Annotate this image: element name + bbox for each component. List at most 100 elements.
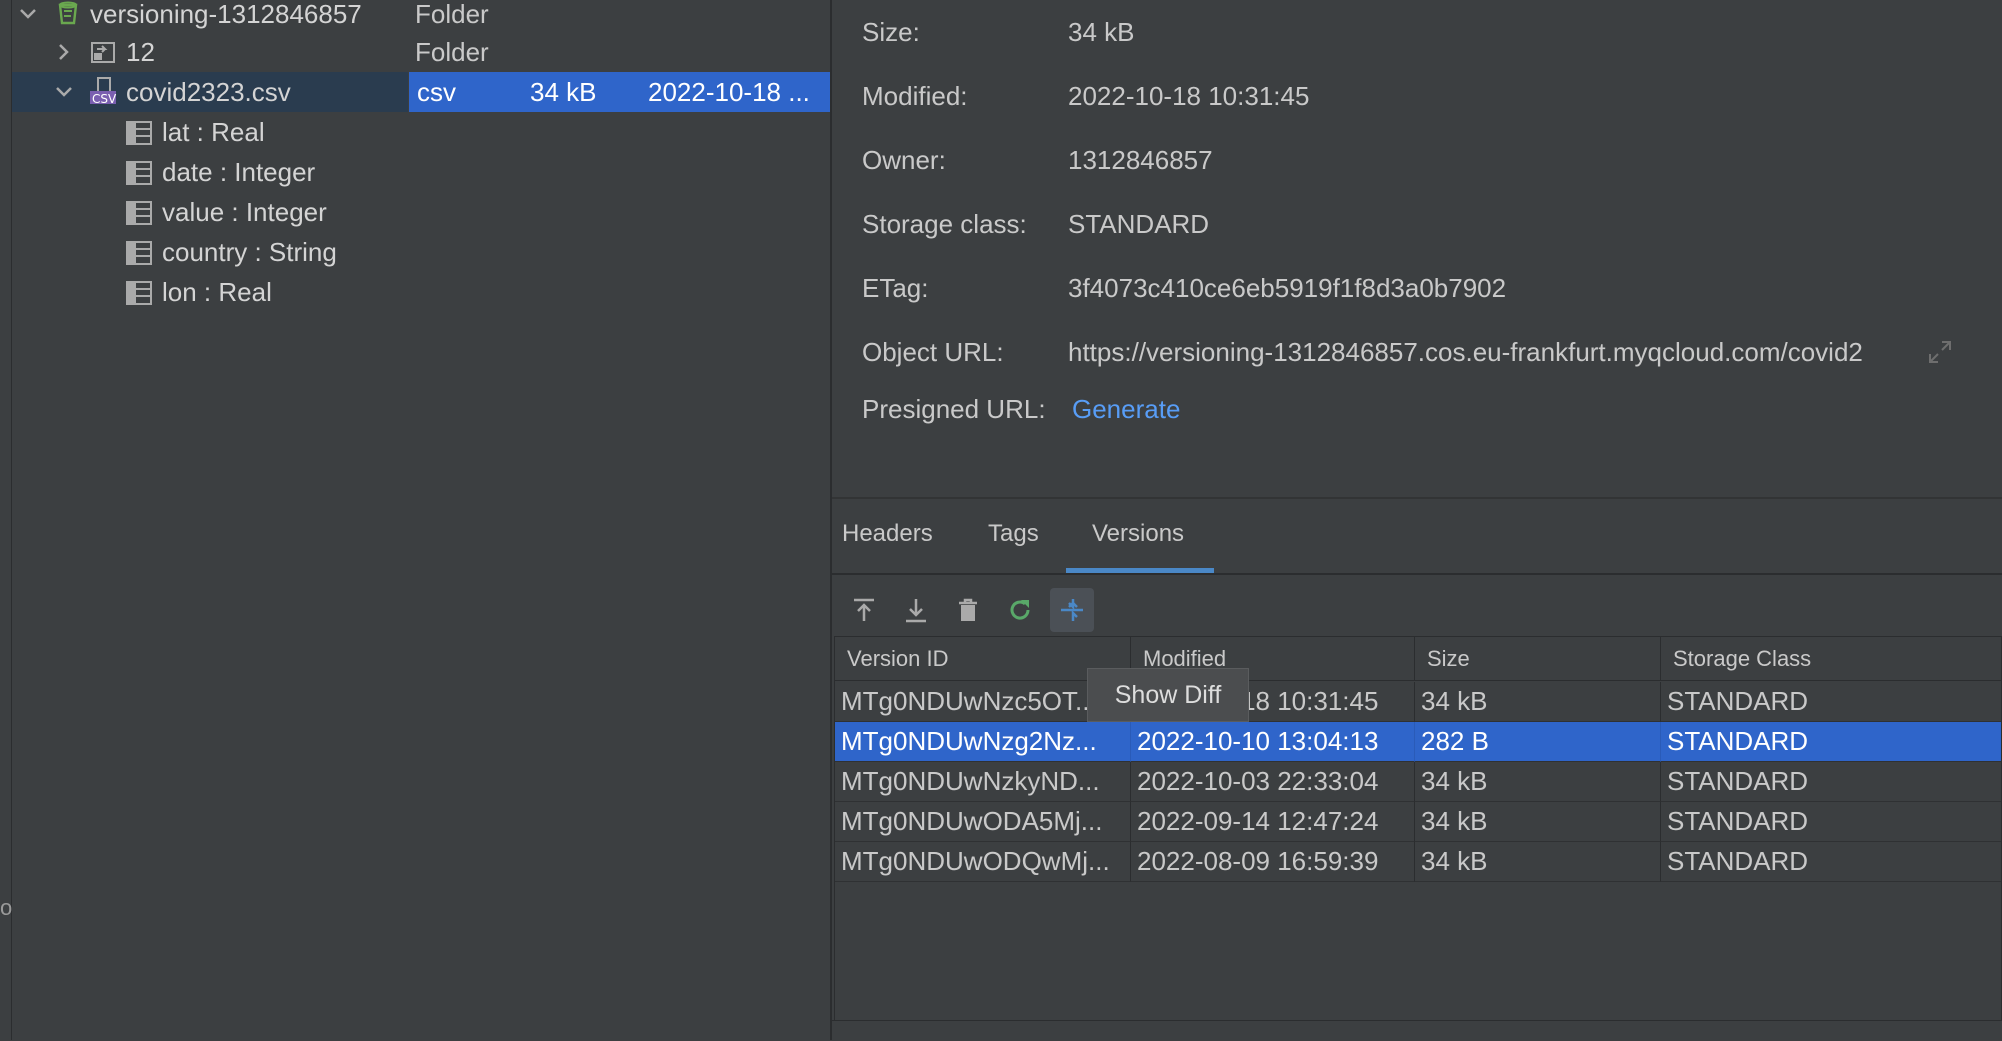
version-id-cell: MTg0NDUwNzg2Nz... [835, 722, 1131, 762]
property-value: 2022-10-18 10:31:45 [1068, 80, 1310, 111]
storage-class-cell: STANDARD [1661, 722, 2001, 762]
property-key: Presigned URL: [862, 393, 1046, 424]
modified-cell: 2022-09-14 12:47:24 [1131, 802, 1415, 842]
left-edge-glyph: o [0, 895, 13, 920]
object-details-panel: Size: 34 kB Modified: 2022-10-18 10:31:4… [832, 0, 2002, 1040]
storage-class-cell: STANDARD [1661, 842, 2001, 882]
version-id-cell: MTg0NDUwODA5Mj... [835, 802, 1131, 842]
tabs-separator [832, 573, 2002, 575]
storage-class-cell: STANDARD [1661, 802, 2001, 842]
show-diff-button[interactable] [1050, 588, 1094, 632]
table-row[interactable]: MTg0NDUwODQwMj... 2022-08-09 16:59:39 34… [835, 842, 2001, 882]
tree-label: 12 [126, 37, 155, 67]
property-size: Size: 34 kB [862, 12, 1135, 52]
property-etag: ETag: 3f4073c410ce6eb5919f1f8d3a0b7902 [862, 268, 1506, 308]
size-cell: 34 kB [1415, 682, 1661, 722]
tab-versions[interactable]: Versions [1092, 520, 1184, 548]
chevron-right-icon[interactable] [52, 40, 76, 64]
tree-kind: Folder [415, 37, 489, 67]
tree-label: covid2323.csv [126, 77, 291, 107]
version-id-cell: MTg0NDUwODQwMj... [835, 842, 1131, 882]
object-tree-panel: o versioning-1312846857 Folder 12 Folder [0, 0, 830, 1040]
tree-row-folder-12[interactable]: 12 Folder [12, 32, 830, 72]
size-cell: 34 kB [1415, 842, 1661, 882]
table-row-selected[interactable]: MTg0NDUwNzg2Nz... 2022-10-10 13:04:13 28… [835, 722, 2001, 762]
tree-modified: 2022-10-18 ... [648, 77, 810, 107]
tree-label: lat : Real [162, 117, 265, 147]
size-cell: 34 kB [1415, 802, 1661, 842]
tree-label: country : String [162, 237, 337, 267]
chevron-down-icon[interactable] [16, 2, 40, 26]
tree-label: versioning-1312846857 [90, 0, 362, 29]
property-key: Owner: [862, 144, 946, 175]
table-row[interactable]: MTg0NDUwNzc5OT... 2022-10-18 10:31:45 34… [835, 682, 2001, 722]
size-cell: 34 kB [1415, 762, 1661, 802]
show-diff-tooltip: Show Diff [1087, 668, 1249, 722]
table-column-icon [124, 238, 154, 268]
tree-row-bucket[interactable]: versioning-1312846857 Folder [12, 0, 830, 34]
property-key: Size: [862, 16, 920, 47]
tree-label: lon : Real [162, 277, 272, 307]
bucket-icon [54, 0, 84, 29]
table-column-icon [124, 198, 154, 228]
folder-icon [88, 37, 118, 67]
storage-class-cell: STANDARD [1661, 682, 2001, 722]
download-button[interactable] [894, 588, 938, 632]
property-modified: Modified: 2022-10-18 10:31:45 [862, 76, 1309, 116]
column-header-size[interactable]: Size [1415, 637, 1661, 681]
csv-badge: CSV [92, 92, 117, 106]
property-key: Modified: [862, 80, 968, 111]
storage-class-cell: STANDARD [1661, 762, 2001, 802]
download-icon [906, 599, 926, 623]
generate-link[interactable]: Generate [1072, 394, 1180, 425]
property-value[interactable]: https://versioning-1312846857.cos.eu-fra… [1068, 337, 1912, 368]
table-row[interactable]: MTg0NDUwNzkyND... 2022-10-03 22:33:04 34… [835, 762, 2001, 802]
property-owner: Owner: 1312846857 [862, 140, 1213, 180]
chevron-down-icon[interactable] [52, 80, 76, 104]
tree-row-column[interactable]: lat : Real [12, 112, 830, 152]
tab-headers[interactable]: Headers [842, 520, 933, 548]
refresh-icon [1010, 600, 1030, 620]
property-key: ETag: [862, 272, 929, 303]
tree-kind: csv [417, 77, 456, 107]
tree-label: value : Integer [162, 197, 327, 227]
tree-row-column[interactable]: value : Integer [12, 192, 830, 232]
property-presigned-url: Presigned URL: Generate [862, 389, 1180, 429]
property-value: 1312846857 [1068, 144, 1213, 175]
modified-cell: 2022-10-10 13:04:13 [1131, 722, 1415, 762]
upload-button[interactable] [842, 588, 886, 632]
property-storage-class: Storage class: STANDARD [862, 204, 1209, 244]
tab-tags[interactable]: Tags [988, 520, 1039, 548]
property-key: Object URL: [862, 336, 1004, 367]
column-header-storage-class[interactable]: Storage Class [1661, 637, 2001, 681]
section-separator [832, 497, 2002, 499]
tree-size: 34 kB [530, 77, 597, 107]
tree-row-covid-csv[interactable]: CSV covid2323.csv csv 34 kB 2022-10-18 .… [12, 72, 830, 112]
table-column-icon [124, 118, 154, 148]
tree-kind: Folder [415, 0, 489, 29]
version-id-cell: MTg0NDUwNzkyND... [835, 762, 1131, 802]
size-cell: 282 B [1415, 722, 1661, 762]
table-row[interactable]: MTg0NDUwODA5Mj... 2022-09-14 12:47:24 34… [835, 802, 2001, 842]
modified-cell: 2022-10-03 22:33:04 [1131, 762, 1415, 802]
property-value: STANDARD [1068, 208, 1210, 239]
table-column-icon [124, 278, 154, 308]
versions-table: Version ID Modified Size Storage Class M… [834, 636, 2002, 1022]
property-value: 34 kB [1068, 16, 1135, 47]
show-diff-icon [1061, 599, 1083, 621]
modified-cell: 2022-08-09 16:59:39 [1131, 842, 1415, 882]
tree-row-column[interactable]: country : String [12, 232, 830, 272]
bottom-scroll-area [832, 1020, 2002, 1041]
table-column-icon [124, 158, 154, 188]
property-object-url: Object URL: https://versioning-131284685… [862, 332, 1912, 372]
upload-icon [854, 598, 874, 621]
tree-row-column[interactable]: lon : Real [12, 272, 830, 312]
property-value[interactable]: 3f4073c410ce6eb5919f1f8d3a0b7902 [1068, 273, 1506, 304]
property-key: Storage class: [862, 208, 1027, 239]
tree-row-column[interactable]: date : Integer [12, 152, 830, 192]
expand-icon[interactable] [1926, 338, 1954, 366]
delete-icon [959, 598, 977, 621]
delete-button[interactable] [946, 588, 990, 632]
tree-label: date : Integer [162, 157, 316, 187]
refresh-button[interactable] [998, 588, 1042, 632]
